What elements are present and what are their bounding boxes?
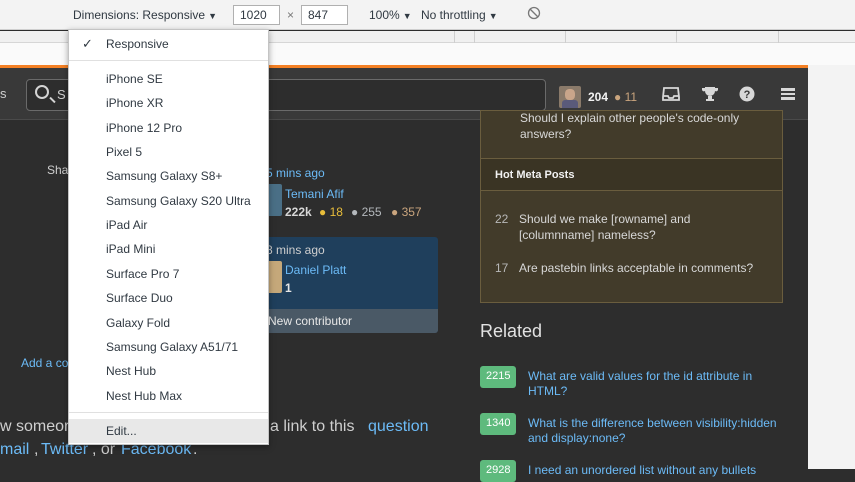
menu-item-device[interactable]: iPhone SE <box>69 67 268 91</box>
menu-item-device[interactable]: Samsung Galaxy A51/71 <box>69 335 268 359</box>
post-signature-editor: d 5 mins ago Temani Afif 222k ● 18 ● 255… <box>256 160 438 226</box>
email-link[interactable]: mail <box>0 441 29 459</box>
menu-divider <box>69 60 268 61</box>
times-label: × <box>287 8 295 22</box>
throttling-dropdown[interactable]: No throttling ▼ <box>421 8 498 22</box>
score-badge: 2928 <box>480 460 517 482</box>
zoom-dropdown[interactable]: 100% ▼ <box>369 8 412 22</box>
bronze-badge-count: ● 11 <box>614 90 638 104</box>
hamburger-menu-icon[interactable] <box>780 86 796 107</box>
checkmark-icon: ✓ <box>82 36 93 51</box>
related-link[interactable]: I need an unordered list without any bul… <box>528 463 778 478</box>
menu-item-edit[interactable]: Edit... <box>69 419 268 443</box>
device-dropdown-menu: ✓ Responsive iPhone SE iPhone XR iPhone … <box>68 29 269 445</box>
user-name[interactable]: Daniel Platt <box>285 263 346 277</box>
menu-item-responsive[interactable]: ✓ Responsive <box>69 32 268 56</box>
meta-post-item[interactable]: 22 Should we make [rowname] and [columnn… <box>495 211 775 243</box>
bulletin-question[interactable]: Should I explain other people's code-onl… <box>496 111 766 156</box>
nav-fragment[interactable]: s <box>0 86 7 101</box>
menu-item-device[interactable]: Samsung Galaxy S20 Ultra <box>69 189 268 213</box>
chevron-down-icon: ▼ <box>208 11 217 21</box>
user-reputation: 1 <box>285 281 292 295</box>
score-badge: 1340 <box>480 413 517 435</box>
reputation-count: 204 <box>588 90 609 104</box>
question-link[interactable]: question <box>368 418 429 436</box>
chevron-down-icon: ▼ <box>402 11 412 21</box>
inbox-icon[interactable] <box>662 86 680 107</box>
related-link[interactable]: What are valid values for the id attribu… <box>528 369 778 399</box>
meta-post-item[interactable]: 17 Are pastebin links acceptable in comm… <box>495 260 775 292</box>
community-bulletin: Should I explain other people's code-onl… <box>480 110 783 303</box>
width-input[interactable]: 1020 <box>233 5 280 25</box>
help-icon[interactable]: ? <box>739 86 755 107</box>
svg-text:?: ? <box>744 89 751 101</box>
post-signature-owner: d 8 mins ago Daniel Platt 1 New contribu… <box>256 237 438 333</box>
rotate-icon[interactable] <box>527 6 541 23</box>
menu-item-device[interactable]: iPhone XR <box>69 91 268 115</box>
menu-item-device[interactable]: iPad Mini <box>69 237 268 261</box>
menu-item-device[interactable]: iPhone 12 Pro <box>69 116 268 140</box>
menu-item-device[interactable]: iPad Air <box>69 213 268 237</box>
search-icon <box>35 85 49 99</box>
score-badge: 2215 <box>480 366 517 388</box>
devtools-toolbar: Dimensions: Responsive ▼ 1020 × 847 100% ▼… <box>0 0 855 30</box>
user-reputation: 222k <box>285 205 312 219</box>
search-placeholder: S <box>57 87 66 102</box>
menu-item-device[interactable]: Nest Hub Max <box>69 384 268 408</box>
related-link[interactable]: What is the difference between visibilit… <box>528 416 778 446</box>
trophy-icon[interactable] <box>701 86 719 107</box>
add-comment-link[interactable]: Add a co <box>21 356 68 370</box>
viewport-gutter <box>808 65 855 469</box>
new-contributor-badge: New contributor <box>256 309 438 333</box>
user-name[interactable]: Temani Afif <box>285 187 344 201</box>
menu-divider <box>69 412 268 413</box>
avatar[interactable] <box>559 86 581 108</box>
menu-item-device[interactable]: Surface Pro 7 <box>69 262 268 286</box>
share-text-2: a link to this <box>270 418 355 435</box>
separator: , <box>34 441 39 458</box>
chevron-down-icon: ▼ <box>488 11 498 21</box>
menu-item-device[interactable]: Surface Duo <box>69 286 268 310</box>
height-input[interactable]: 847 <box>301 5 348 25</box>
silver-badge-count: ● 255 <box>351 205 382 219</box>
related-heading: Related <box>480 321 543 341</box>
menu-item-device[interactable]: Galaxy Fold <box>69 311 268 335</box>
gold-badge-count: ● 18 <box>319 205 343 219</box>
menu-item-device[interactable]: Pixel 5 <box>69 140 268 164</box>
menu-item-device[interactable]: Nest Hub <box>69 359 268 383</box>
dimensions-dropdown[interactable]: Dimensions: Responsive ▼ <box>73 8 217 22</box>
bronze-badge-count: ● 357 <box>391 205 422 219</box>
share-text: w someor <box>0 418 70 435</box>
menu-item-device[interactable]: Samsung Galaxy S8+ <box>69 164 268 188</box>
hot-meta-title: Hot Meta Posts <box>481 158 782 191</box>
